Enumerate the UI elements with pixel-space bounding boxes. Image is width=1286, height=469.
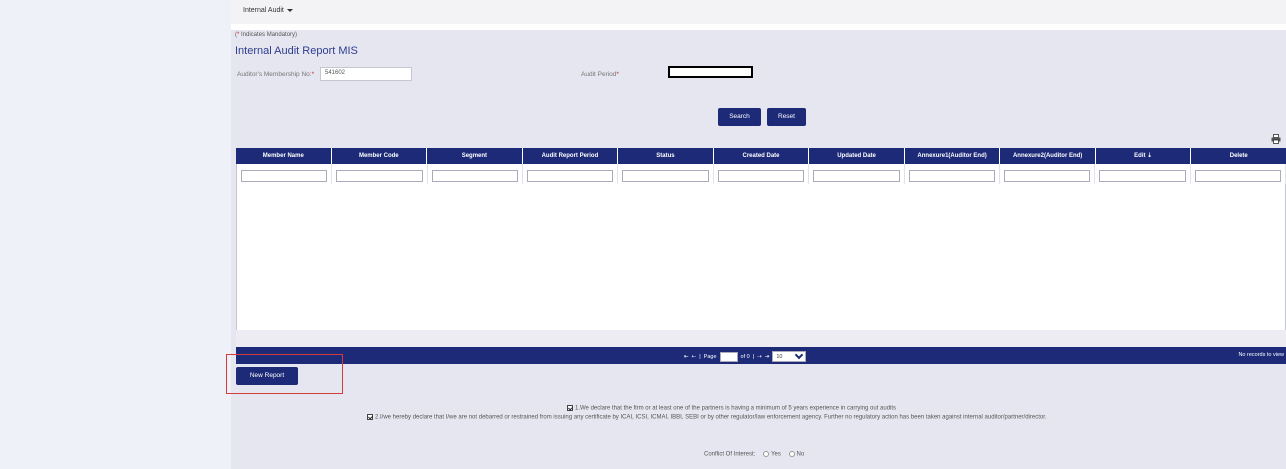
conflict-label: Conflict Of Interest: bbox=[704, 451, 756, 458]
declaration-2: 2.I/we hereby declare that I/we are not … bbox=[367, 414, 1047, 421]
membership-required-star: * bbox=[311, 71, 315, 78]
search-button[interactable]: Search bbox=[718, 108, 761, 126]
col-audit-report-period[interactable]: Audit Report Period bbox=[523, 148, 619, 164]
last-page-icon[interactable]: ⇥ bbox=[765, 354, 770, 360]
chevron-down-icon bbox=[795, 350, 804, 360]
col-annexure2[interactable]: Annexure2(Auditor End) bbox=[1000, 148, 1096, 164]
col-status[interactable]: Status bbox=[618, 148, 714, 164]
left-sidebar bbox=[0, 0, 231, 469]
conflict-yes-label: Yes bbox=[771, 451, 781, 458]
filter-updated-date[interactable] bbox=[813, 169, 900, 182]
internal-audit-menu-label: Internal Audit bbox=[243, 7, 284, 14]
filter-delete[interactable] bbox=[1194, 169, 1281, 182]
declaration-2-checkbox[interactable] bbox=[367, 414, 373, 420]
next-page-icon[interactable]: ⇢ bbox=[757, 354, 762, 360]
prev-page-icon[interactable]: ⇠ bbox=[692, 354, 697, 360]
audit-period-label-text: Audit Period bbox=[581, 71, 617, 78]
filter-audit-report-period[interactable] bbox=[527, 169, 614, 182]
main-panel: (* Indicates Mandatory) Internal Audit R… bbox=[231, 30, 1286, 469]
new-report-button[interactable]: New Report bbox=[236, 367, 298, 385]
no-records-label: No records to view bbox=[1238, 352, 1284, 358]
reset-button[interactable]: Reset bbox=[767, 108, 806, 126]
col-created-date[interactable]: Created Date bbox=[714, 148, 810, 164]
conflict-no-label: No bbox=[796, 451, 805, 458]
pager-separator-2: | bbox=[752, 353, 755, 360]
filter-status[interactable] bbox=[622, 169, 709, 182]
internal-audit-menu[interactable]: Internal Audit bbox=[243, 7, 293, 14]
membership-label-text: Auditor's Membership No: bbox=[237, 71, 312, 78]
conflict-of-interest: Conflict Of Interest: Yes No bbox=[704, 451, 804, 458]
col-member-name[interactable]: Member Name bbox=[236, 148, 332, 164]
page-number-input[interactable] bbox=[719, 351, 738, 362]
grid-horizontal-scrollbar[interactable] bbox=[236, 330, 1286, 347]
col-member-code[interactable]: Member Code bbox=[332, 148, 428, 164]
membership-label: Auditor's Membership No:* bbox=[237, 70, 317, 79]
grid-body bbox=[236, 184, 1286, 330]
filter-row bbox=[236, 164, 1286, 184]
col-annexure1[interactable]: Annexure1(Auditor End) bbox=[905, 148, 1001, 164]
first-page-icon[interactable]: ⇤ bbox=[684, 354, 689, 360]
mandatory-text: Indicates Mandatory) bbox=[239, 32, 298, 38]
page-size-select[interactable]: 10 bbox=[772, 350, 807, 362]
mandatory-note: (* Indicates Mandatory) bbox=[235, 32, 297, 38]
page-of-label: of 0 bbox=[740, 353, 750, 360]
page-title: Internal Audit Report MIS bbox=[235, 45, 358, 57]
grid-header: Member Name Member Code Segment Audit Re… bbox=[236, 148, 1286, 164]
filter-member-name[interactable] bbox=[241, 169, 328, 182]
print-icon[interactable] bbox=[1271, 134, 1281, 144]
conflict-no-radio[interactable] bbox=[788, 451, 795, 457]
col-delete[interactable]: Delete bbox=[1191, 148, 1286, 164]
audit-period-input[interactable] bbox=[668, 66, 753, 78]
page-label: Page bbox=[703, 353, 717, 360]
filter-member-code[interactable] bbox=[336, 169, 423, 182]
caret-down-icon bbox=[286, 8, 293, 12]
audit-period-label: Audit Period* bbox=[581, 70, 619, 79]
filter-edit[interactable] bbox=[1099, 169, 1186, 182]
col-segment[interactable]: Segment bbox=[427, 148, 523, 164]
declaration-2-text: 2.I/we hereby declare that I/we are not … bbox=[375, 414, 1047, 421]
filter-annexure1[interactable] bbox=[908, 169, 995, 182]
audit-period-required-star: * bbox=[616, 71, 619, 78]
grid-pager: ⇤ ⇠ | Page of 0 | ⇢ ⇥ 10 No records to v… bbox=[236, 347, 1286, 364]
pager-controls: ⇤ ⇠ | Page of 0 | ⇢ ⇥ 10 bbox=[684, 350, 807, 362]
page-size-value: 10 bbox=[776, 354, 783, 360]
conflict-yes-radio[interactable] bbox=[763, 451, 770, 457]
declaration-1-checkbox[interactable] bbox=[567, 405, 573, 411]
filter-created-date[interactable] bbox=[717, 169, 805, 182]
declaration-1-text: 1.We declare that the firm or at least o… bbox=[575, 405, 897, 412]
top-nav: Internal Audit bbox=[231, 0, 1286, 24]
col-updated-date[interactable]: Updated Date bbox=[809, 148, 905, 164]
filter-annexure2[interactable] bbox=[1003, 169, 1091, 182]
col-edit[interactable]: Edit ⇣ bbox=[1096, 148, 1192, 164]
pager-separator: | bbox=[699, 353, 701, 360]
membership-no-input[interactable]: 541602 bbox=[320, 67, 412, 81]
filter-segment[interactable] bbox=[431, 169, 519, 182]
declaration-1: 1.We declare that the firm or at least o… bbox=[567, 405, 896, 412]
